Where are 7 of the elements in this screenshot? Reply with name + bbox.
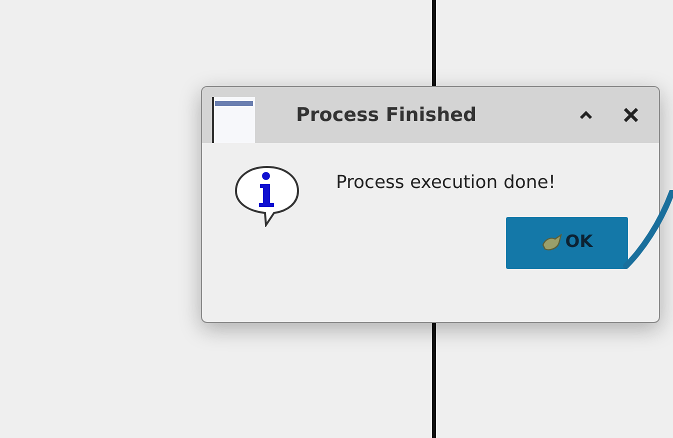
window-title: Process Finished bbox=[296, 102, 478, 128]
ok-button[interactable]: OK bbox=[506, 217, 628, 269]
collapse-icon[interactable] bbox=[579, 110, 593, 120]
close-icon[interactable] bbox=[623, 107, 639, 123]
message-text: Process execution done! bbox=[336, 171, 556, 195]
window-icon bbox=[212, 97, 256, 143]
info-icon bbox=[232, 163, 302, 227]
